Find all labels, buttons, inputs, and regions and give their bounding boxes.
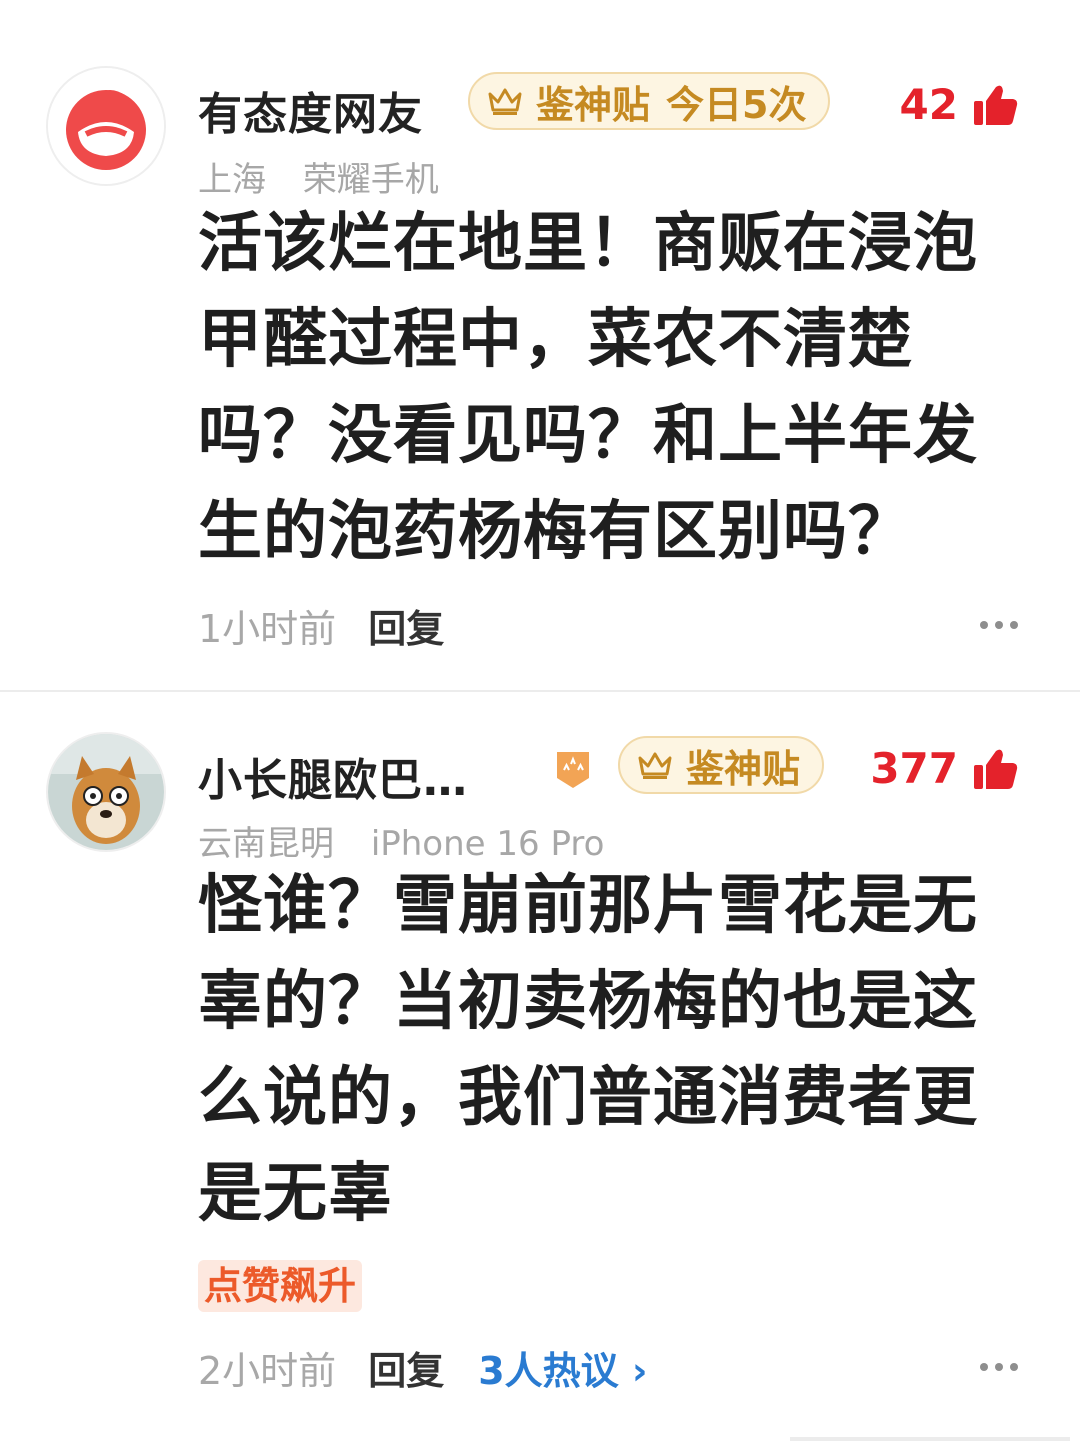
like-button[interactable]: 377 [870, 744, 1018, 793]
comment-meta: 上海 荣耀手机 [198, 152, 439, 201]
like-count: 377 [870, 744, 958, 793]
comment-item: 有态度网友 鉴神贴 今日5次 42 上海 荣耀手机 活该烂在地里！商贩在浸泡甲醛… [0, 0, 1080, 690]
thumbs-up-icon [974, 749, 1018, 789]
comment-time: 1小时前 [198, 606, 337, 651]
device: 荣耀手机 [302, 160, 439, 200]
comment-footer: 2小时前 回复 3人热议 › [198, 1340, 1018, 1395]
comment-text: 活该烂在地里！商贩在浸泡甲醛过程中，菜农不清楚吗？没看见吗？和上半年发生的泡药杨… [198, 207, 978, 569]
crown-icon [638, 752, 672, 779]
avatar[interactable] [46, 66, 166, 186]
shen-tie-badge[interactable]: 鉴神贴 [618, 736, 825, 794]
avatar[interactable] [46, 732, 166, 852]
crown-icon [488, 88, 522, 115]
username[interactable]: 有态度网友 [198, 78, 423, 142]
like-button[interactable]: 42 [900, 80, 1018, 129]
like-count: 42 [899, 80, 958, 129]
location: 上海 [198, 160, 266, 200]
badge-label: 鉴神贴 [536, 82, 651, 127]
comment-text: 怪谁？雪崩前那片雪花是无辜的？当初卖杨梅的也是这么说的，我们普通消费者更是无辜 [198, 869, 978, 1231]
reply-button[interactable]: 回复 [368, 1340, 444, 1395]
rising-likes-tag: 点赞飙升 [198, 1260, 363, 1312]
more-dots-icon[interactable] [980, 621, 1018, 629]
username[interactable]: 小长腿欧巴… [198, 744, 468, 808]
shiba-avatar [48, 734, 164, 850]
watermark-strip [790, 1437, 1070, 1441]
badge-count-label: 今日5次 [666, 82, 807, 127]
hot-discussion-link[interactable]: 3人热议 › [478, 1340, 647, 1395]
more-dots-icon[interactable] [980, 1363, 1018, 1371]
shen-tie-badge[interactable]: 鉴神贴 今日5次 [468, 72, 831, 130]
rank-badge-icon [557, 752, 589, 788]
comment-time: 2小时前 [198, 1348, 337, 1393]
comment-footer: 1小时前 回复 [198, 598, 1018, 653]
netease-logo-icon [48, 68, 164, 184]
comment-item: 小长腿欧巴… 鉴神贴 377 云南昆明 iPhone 16 Pro 怪谁？雪崩前… [0, 692, 1080, 1449]
badge-label: 鉴神贴 [686, 746, 801, 791]
thumbs-up-icon [974, 85, 1018, 125]
reply-button[interactable]: 回复 [368, 598, 444, 653]
